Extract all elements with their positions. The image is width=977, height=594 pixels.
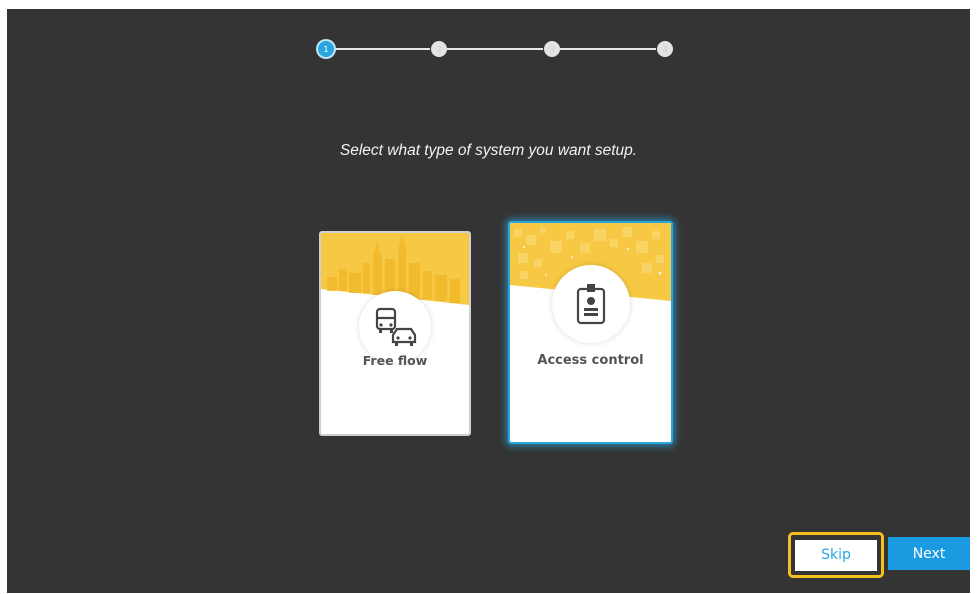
skip-button-label: Skip (795, 539, 877, 571)
step-4-indicator[interactable]: 4 (657, 41, 673, 57)
stepper-connector (447, 48, 543, 50)
instruction-text: Select what type of system you want setu… (339, 142, 638, 159)
id-badge-icon (552, 265, 630, 343)
stepper-connector (560, 48, 656, 50)
option-label: Free flow (362, 353, 428, 368)
option-card-access-control[interactable]: Access control (508, 221, 673, 444)
next-button[interactable]: Next (888, 537, 970, 570)
step-1-indicator[interactable]: 1 (318, 41, 334, 57)
step-3-indicator[interactable]: 3 (544, 41, 560, 57)
skip-button[interactable]: Skip (788, 532, 884, 578)
option-label: Access control (537, 353, 644, 368)
setup-wizard: 1 2 3 4 Select what type of system you w… (7, 9, 970, 593)
progress-stepper: 1 2 3 4 (7, 9, 970, 69)
step-2-indicator[interactable]: 2 (431, 41, 447, 57)
option-card-free-flow[interactable]: Free flow (319, 231, 471, 436)
stepper-connector (334, 48, 430, 50)
